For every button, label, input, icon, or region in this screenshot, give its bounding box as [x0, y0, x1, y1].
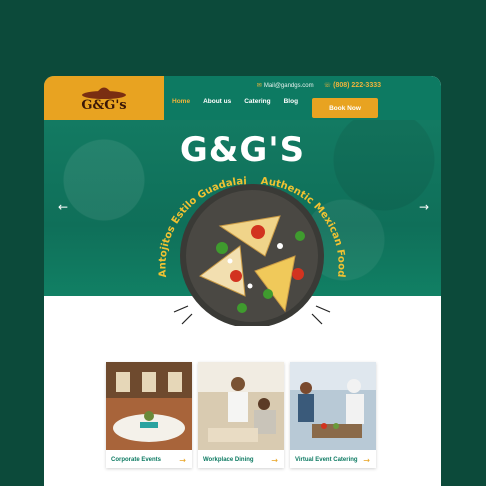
sombrero-logo-icon: G&G's: [81, 87, 127, 113]
book-now-button[interactable]: Book Now: [312, 98, 378, 118]
service-card-virtual[interactable]: Virtual Event Catering →: [290, 362, 376, 468]
site-header: G&G's ✉ Mail@gandgs.com ☏ (808) 222-3333 H…: [44, 76, 441, 120]
logo[interactable]: G&G's: [44, 76, 164, 120]
email-link[interactable]: ✉ Mail@gandgs.com: [257, 82, 314, 89]
workplace-dining-photo: [198, 362, 284, 450]
nav-item-home[interactable]: Home: [172, 98, 190, 105]
arrow-right-icon[interactable]: →: [271, 456, 278, 465]
phone-link[interactable]: ☏ (808) 222-3333: [324, 82, 381, 89]
mail-icon: ✉: [256, 83, 262, 89]
arrow-right-icon[interactable]: →: [179, 456, 186, 465]
service-label: Workplace Dining: [203, 457, 254, 463]
contact-bar: ✉ Mail@gandgs.com ☏ (808) 222-3333: [257, 82, 381, 89]
phone-icon: ☏: [323, 83, 332, 89]
arrow-right-icon[interactable]: →: [363, 456, 370, 465]
service-card-workplace[interactable]: Workplace Dining →: [198, 362, 284, 468]
nav-item-catering[interactable]: Catering: [244, 98, 270, 105]
nav-item-blog[interactable]: Blog: [284, 98, 298, 105]
main-nav: Home About us Catering Blog: [172, 98, 311, 105]
service-label: Corporate Events: [111, 457, 162, 463]
svg-text:G&G's: G&G's: [81, 98, 126, 113]
website-mockup-card: G&G's ✉ Mail@gandgs.com ☏ (808) 222-3333 H…: [44, 76, 441, 486]
service-cards: Corporate Events → Workplace Dining → Vi…: [106, 362, 376, 468]
virtual-event-catering-photo: [290, 362, 376, 450]
food-plate-illustration: Antojitos Estilo Guadalajara Authentic M…: [130, 136, 347, 326]
service-card-corporate[interactable]: Corporate Events →: [106, 362, 192, 468]
service-label: Virtual Event Catering: [295, 457, 358, 463]
carousel-prev-arrow-icon[interactable]: ←: [58, 200, 68, 214]
carousel-next-arrow-icon[interactable]: →: [419, 200, 429, 214]
nav-item-about[interactable]: About us: [203, 98, 231, 105]
corporate-events-photo: [106, 362, 192, 450]
